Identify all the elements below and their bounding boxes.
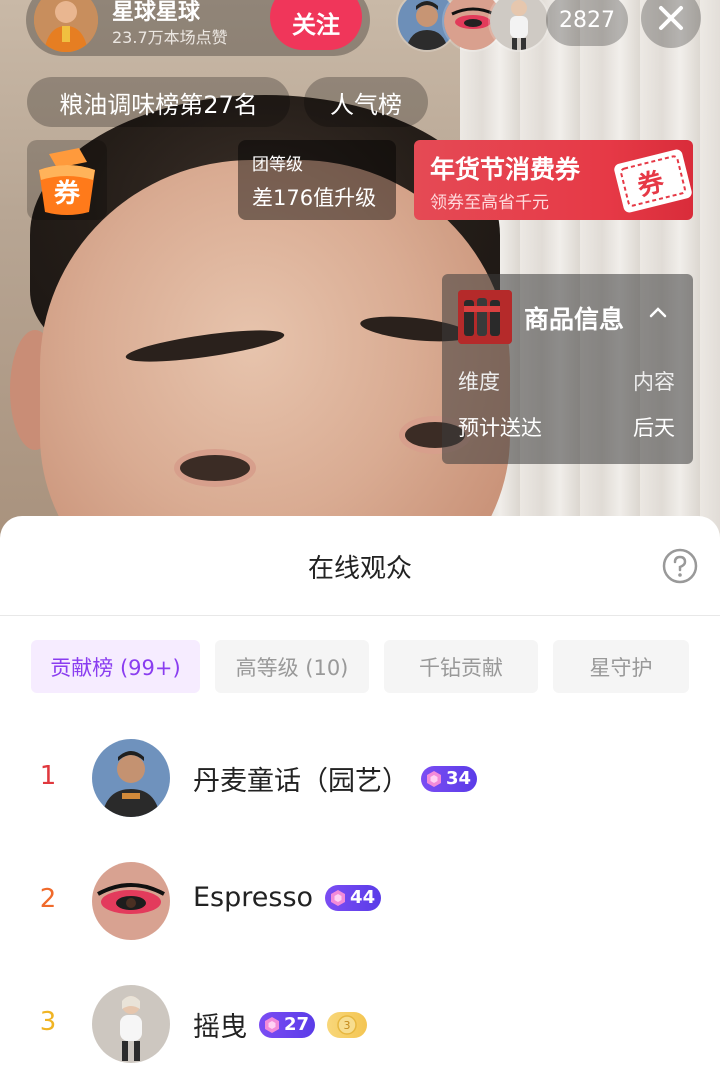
product-row-key: 维度	[458, 370, 500, 394]
product-row-key: 预计送达	[458, 416, 542, 440]
follow-button[interactable]: 关注	[270, 0, 362, 50]
gem-icon	[331, 889, 346, 906]
help-icon[interactable]	[662, 548, 698, 584]
viewer-name-text: Espresso	[193, 882, 314, 913]
tab-diamond-contribution[interactable]: 千钻贡献	[384, 640, 538, 693]
svg-text:3: 3	[344, 1019, 351, 1032]
product-thumbnail	[458, 290, 512, 344]
viewer-count[interactable]: 2827	[546, 0, 628, 46]
audience-row[interactable]: 3 摇曳 27 3	[0, 985, 720, 1065]
banner-subtitle: 领券至高省千元	[430, 193, 549, 213]
sales-rank-pill[interactable]: 粮油调味榜第27名	[27, 77, 290, 127]
viewer-name: 摇曳 27 3	[193, 1005, 368, 1044]
coupon-entry[interactable]: 券	[27, 140, 107, 220]
avatar[interactable]	[92, 985, 170, 1063]
level-number: 27	[284, 1014, 310, 1035]
viewer-name-text: 丹麦童话（园艺）	[193, 766, 409, 797]
fan-group-progress: 差176值升级	[252, 186, 377, 210]
tab-high-level[interactable]: 高等级 (10)	[215, 640, 369, 693]
level-badge: 44	[325, 884, 382, 911]
product-row-value: 内容	[633, 370, 675, 394]
coupon-stamp-icon: 券	[614, 149, 692, 213]
avatar[interactable]	[92, 862, 170, 940]
product-info-card[interactable]: 商品信息 维度 内容 预计送达 后天	[442, 274, 693, 464]
rank-number: 2	[39, 884, 57, 914]
level-number: 44	[350, 887, 376, 908]
anchor-likes: 23.7万本场点赞	[112, 28, 228, 47]
gem-icon	[427, 770, 441, 787]
fan-club-badge: 3	[327, 1011, 368, 1038]
online-audience-sheet: 在线观众 贡献榜 (99+) 高等级 (10) 千钻贡献 星守护 1 丹麦童话（…	[0, 516, 720, 1085]
level-badge: 27	[259, 1011, 316, 1038]
product-info-title: 商品信息	[524, 305, 625, 334]
new-year-coupon-banner[interactable]: 年货节消费券 领券至高省千元 券	[414, 140, 693, 220]
product-row-dimension: 维度 内容	[458, 366, 675, 396]
product-row-value: 后天	[633, 416, 675, 440]
avatar[interactable]	[92, 739, 170, 817]
sheet-divider	[0, 615, 720, 616]
viewer-name: Espresso 44	[193, 882, 382, 913]
sheet-title: 在线观众	[307, 554, 412, 584]
svg-text:券: 券	[54, 179, 81, 209]
tab-star-guard[interactable]: 星守护	[553, 640, 689, 693]
streamer-face	[40, 160, 510, 560]
gem-icon	[265, 1016, 279, 1033]
audience-row[interactable]: 2 Espresso 44	[0, 862, 720, 942]
close-icon	[659, 6, 683, 30]
product-row-delivery: 预计送达 后天	[458, 412, 675, 442]
level-number: 34	[446, 768, 472, 789]
viewer-name: 丹麦童话（园艺） 34	[193, 759, 478, 798]
fan-group-level[interactable]: 团等级 差176值升级	[238, 140, 396, 220]
left-eye	[180, 455, 250, 481]
rank-number: 3	[39, 1007, 57, 1037]
chevron-up-icon[interactable]	[648, 304, 668, 320]
viewer-name-text: 摇曳	[193, 1012, 247, 1043]
popularity-rank-pill[interactable]: 人气榜	[304, 77, 428, 127]
tab-contribution[interactable]: 贡献榜 (99+)	[31, 640, 200, 693]
coupon-bag-icon: 券	[39, 148, 95, 215]
level-badge: 34	[421, 765, 478, 792]
audience-row[interactable]: 1 丹麦童话（园艺） 34	[0, 739, 720, 819]
rank-number: 1	[39, 761, 57, 791]
banner-title: 年货节消费券	[430, 155, 581, 184]
anchor-name: 星球星球	[112, 0, 201, 25]
fan-group-label: 团等级	[252, 155, 303, 175]
medal-icon: 3	[337, 1014, 357, 1035]
